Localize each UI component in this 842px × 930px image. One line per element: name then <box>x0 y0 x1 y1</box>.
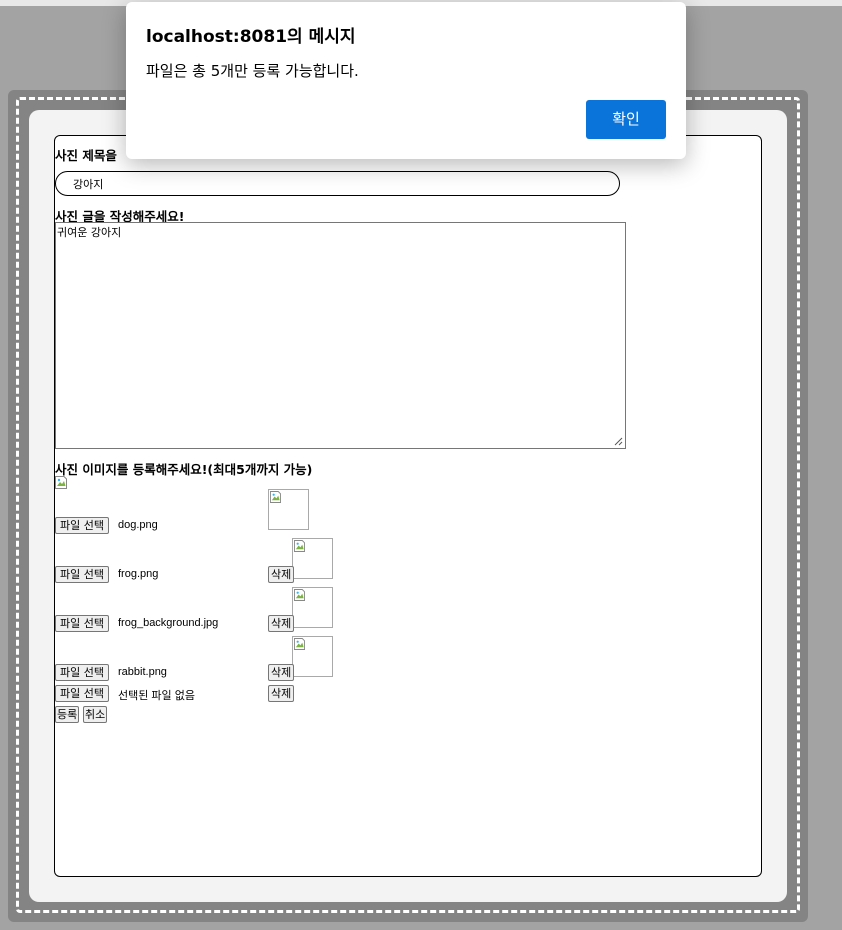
file-select-button[interactable]: 파일 선택 <box>55 615 109 632</box>
file-select-button[interactable]: 파일 선택 <box>55 685 109 702</box>
delete-button[interactable]: 삭제 <box>268 664 295 681</box>
title-label: 사진 제목을 <box>55 148 117 163</box>
content-textarea[interactable]: 귀여운 강아지 <box>55 222 626 449</box>
image-preview <box>292 636 333 677</box>
dialog-title: localhost:8081의 메시지 <box>146 27 356 47</box>
image-label: 사진 이미지를 등록해주세요!(최대5개까지 가능) <box>55 462 313 477</box>
broken-image-icon <box>294 638 305 650</box>
file-select-button[interactable]: 파일 선택 <box>55 566 109 583</box>
submit-button[interactable]: 등록 <box>55 706 80 723</box>
broken-image-icon <box>55 476 67 489</box>
broken-image-icon <box>294 589 305 601</box>
alert-dialog: localhost:8081의 메시지 파일은 총 5개만 등록 가능합니다. … <box>126 2 686 159</box>
content-text: 귀여운 강아지 <box>57 226 122 239</box>
file-name: frog.png <box>118 568 159 580</box>
dialog-ok-button[interactable]: 확인 <box>586 100 666 139</box>
image-preview <box>292 538 333 579</box>
delete-button[interactable]: 삭제 <box>268 685 295 702</box>
cancel-button[interactable]: 취소 <box>83 706 108 723</box>
file-name: dog.png <box>118 519 158 531</box>
dialog-message: 파일은 총 5개만 등록 가능합니다. <box>146 62 359 80</box>
image-preview <box>292 587 333 628</box>
title-input[interactable] <box>55 171 620 196</box>
file-name: 선택된 파일 없음 <box>118 690 195 702</box>
file-name: rabbit.png <box>118 666 167 678</box>
image-preview <box>268 489 309 530</box>
broken-image-icon <box>294 540 305 552</box>
file-select-button[interactable]: 파일 선택 <box>55 664 109 681</box>
delete-button[interactable]: 삭제 <box>268 566 295 583</box>
delete-button[interactable]: 삭제 <box>268 615 295 632</box>
broken-image-icon <box>270 491 281 503</box>
resize-grip-icon[interactable] <box>614 437 623 446</box>
file-name: frog_background.jpg <box>118 617 219 629</box>
file-select-button[interactable]: 파일 선택 <box>55 517 109 534</box>
